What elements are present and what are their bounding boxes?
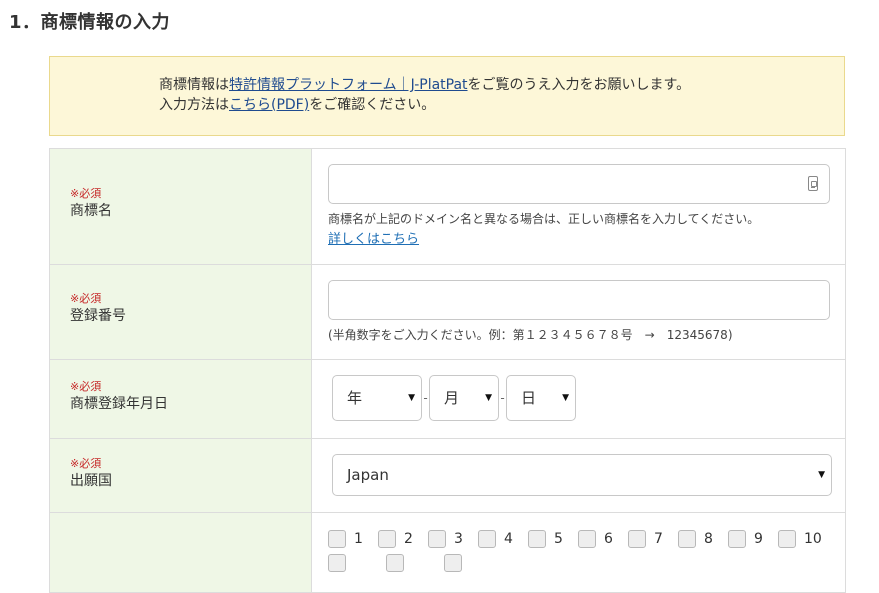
country-label: 出願国: [70, 473, 112, 489]
lock-icon: [808, 176, 818, 191]
class-checkbox-item-6[interactable]: 6: [578, 530, 628, 548]
class-checkbox-item-7[interactable]: 7: [628, 530, 678, 548]
row-registration-number: ※必須 登録番号 (半角数字をご入力ください。例：第１２３４５６７８号 → 12…: [49, 264, 846, 360]
class-checkbox[interactable]: [728, 530, 746, 548]
registration-date-label: 商標登録年月日: [70, 396, 168, 412]
month-select[interactable]: 月 ▼: [429, 375, 499, 421]
class-checkbox-label: 4: [504, 531, 513, 547]
notice-text: 入力方法は: [159, 97, 229, 113]
registration-number-help: (半角数字をご入力ください。例：第１２３４５６７８号 → 12345678): [328, 328, 733, 342]
class-checkbox-label: 8: [704, 531, 713, 547]
notice-text: をご確認ください。: [309, 97, 436, 113]
class-checkbox-label: 5: [554, 531, 563, 547]
field-cell: 商標名が上記のドメイン名と異なる場合は、正しい商標名を入力してください。 詳しく…: [311, 148, 846, 265]
class-checkbox-item-9[interactable]: 9: [728, 530, 778, 548]
label-cell: [49, 512, 312, 593]
day-select[interactable]: 日 ▼: [506, 375, 576, 421]
required-mark: ※必須: [70, 457, 102, 470]
trademark-form: ※必須 商標名 商標名が上記のドメイン名と異なる場合は、正しい商標名を入力してく…: [49, 148, 846, 593]
country-select-value: Japan: [347, 466, 389, 484]
year-select-value: 年: [347, 389, 363, 407]
class-checkbox-item-10[interactable]: 10: [778, 530, 828, 548]
row-trademark-name: ※必須 商標名 商標名が上記のドメイン名と異なる場合は、正しい商標名を入力してく…: [49, 148, 846, 265]
label-cell: ※必須 出願国: [49, 438, 312, 513]
class-checkbox-item-5[interactable]: 5: [528, 530, 578, 548]
class-checkbox-label: 6: [604, 531, 613, 547]
triangle-down-icon: ▼: [562, 393, 569, 403]
registration-number-input[interactable]: [328, 280, 830, 320]
required-mark: ※必須: [70, 187, 102, 200]
triangle-down-icon: ▼: [818, 470, 825, 480]
field-cell: (半角数字をご入力ください。例：第１２３４５６７８号 → 12345678): [311, 264, 846, 360]
notice-text: をご覧のうえ入力をお願いします。: [467, 77, 691, 93]
class-checkbox-item-4[interactable]: 4: [478, 530, 528, 548]
month-select-value: 月: [444, 389, 460, 407]
day-select-value: 日: [521, 389, 537, 407]
class-checkbox[interactable]: [778, 530, 796, 548]
label-cell: ※必須 商標名: [49, 148, 312, 265]
jplatpat-link[interactable]: 特許情報プラットフォーム｜J-PlatPat: [229, 77, 468, 93]
notice-line-1: 商標情報は特許情報プラットフォーム｜J-PlatPatをご覧のうえ入力をお願いし…: [159, 75, 844, 95]
class-checkbox-label: 1: [354, 531, 363, 547]
notice-text: 商標情報は: [159, 77, 229, 93]
notice-line-2: 入力方法はこちら(PDF)をご確認ください。: [159, 95, 844, 115]
year-select[interactable]: 年 ▼: [332, 375, 422, 421]
notice-box: 商標情報は特許情報プラットフォーム｜J-PlatPatをご覧のうえ入力をお願いし…: [49, 56, 845, 136]
class-checkbox-item-8[interactable]: 8: [678, 530, 728, 548]
label-cell: ※必須 登録番号: [49, 264, 312, 360]
class-checkbox-label: 3: [454, 531, 463, 547]
class-checkbox[interactable]: [428, 530, 446, 548]
date-separator: -: [500, 391, 505, 405]
class-checkbox-group: 1 2 3 4 5 6 7 8 9 10: [328, 513, 845, 548]
class-checkbox-row-2: [328, 548, 845, 572]
class-checkbox[interactable]: [378, 530, 396, 548]
required-mark: ※必須: [70, 292, 102, 305]
row-registration-date: ※必須 商標登録年月日 年 ▼ - 月 ▼ - 日 ▼: [49, 359, 846, 439]
class-checkbox[interactable]: [678, 530, 696, 548]
required-mark: ※必須: [70, 380, 102, 393]
class-checkbox[interactable]: [386, 554, 404, 572]
details-link[interactable]: 詳しくはこちら: [328, 231, 419, 249]
trademark-name-wrap: [328, 164, 830, 204]
class-checkbox-item-1[interactable]: 1: [328, 530, 378, 548]
registration-number-label: 登録番号: [70, 308, 126, 324]
class-checkbox-label: 10: [804, 531, 822, 547]
class-checkbox[interactable]: [444, 554, 462, 572]
class-checkbox[interactable]: [328, 530, 346, 548]
class-checkbox-item-3[interactable]: 3: [428, 530, 478, 548]
class-checkbox[interactable]: [328, 554, 346, 572]
class-checkbox-label: 2: [404, 531, 413, 547]
trademark-name-help: 商標名が上記のドメイン名と異なる場合は、正しい商標名を入力してください。: [328, 212, 760, 226]
class-checkbox-label: 9: [754, 531, 763, 547]
date-separator: -: [423, 391, 428, 405]
section-title: 1．商標情報の入力: [9, 12, 171, 33]
trademark-name-label: 商標名: [70, 203, 112, 219]
field-cell: 1 2 3 4 5 6 7 8 9 10: [311, 512, 846, 593]
class-checkbox-label: 7: [654, 531, 663, 547]
trademark-name-input[interactable]: [328, 164, 830, 204]
pdf-guide-link[interactable]: こちら(PDF): [229, 97, 309, 113]
field-cell: 年 ▼ - 月 ▼ - 日 ▼: [311, 359, 846, 439]
class-checkbox[interactable]: [528, 530, 546, 548]
row-country: ※必須 出願国 Japan ▼: [49, 438, 846, 513]
class-checkbox[interactable]: [478, 530, 496, 548]
field-cell: Japan ▼: [311, 438, 846, 513]
label-cell: ※必須 商標登録年月日: [49, 359, 312, 439]
class-checkbox[interactable]: [628, 530, 646, 548]
class-checkbox[interactable]: [578, 530, 596, 548]
triangle-down-icon: ▼: [485, 393, 492, 403]
class-checkbox-item-2[interactable]: 2: [378, 530, 428, 548]
triangle-down-icon: ▼: [408, 393, 415, 403]
country-select[interactable]: Japan ▼: [332, 454, 832, 496]
row-classes: 1 2 3 4 5 6 7 8 9 10: [49, 512, 846, 593]
